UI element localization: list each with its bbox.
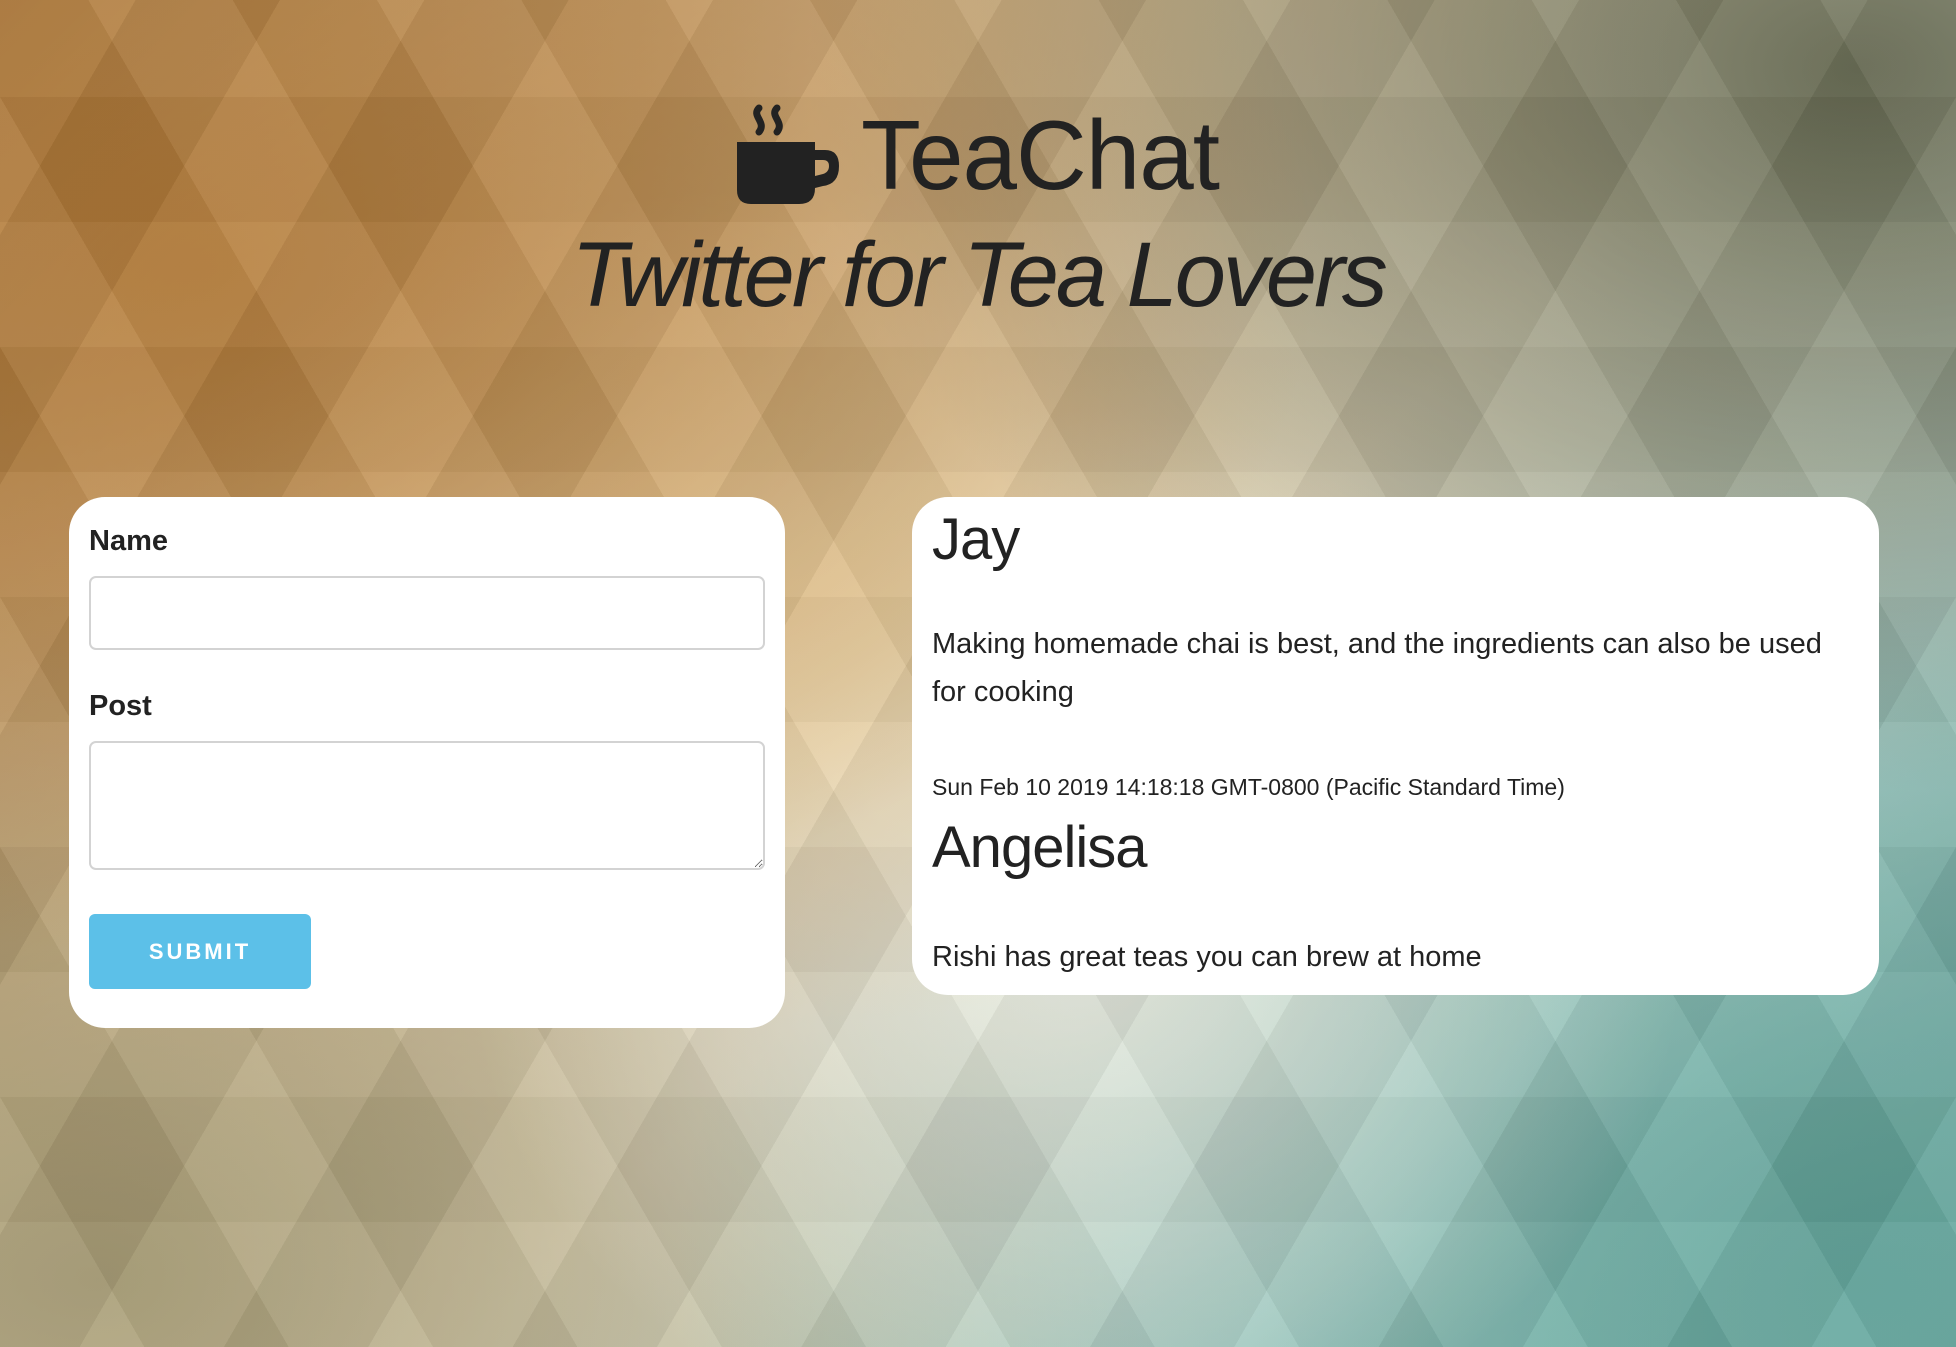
brand: TeaChat [736,95,1220,215]
post-label: Post [89,690,152,722]
submit-button[interactable]: SUBMIT [89,914,311,989]
brand-name: TeaChat [860,100,1220,210]
post-form: Name Post SUBMIT [69,497,785,1028]
name-label: Name [89,525,168,557]
post-timestamp: Sun Feb 10 2019 14:18:18 GMT-0800 (Pacif… [932,773,1565,800]
post-body: Making homemade chai is best, and the in… [932,627,1822,708]
post-item: Jay Making homemade chai is best, and th… [932,505,1859,801]
tagline: Twitter for Tea Lovers [571,224,1387,326]
post-author: Angelisa [932,815,1147,881]
page-header: TeaChat Twitter for Tea Lovers [0,95,1956,326]
post-author: Jay [932,507,1020,572]
coffee-cup-icon [736,104,839,206]
post-textarea[interactable] [89,741,765,870]
post-body: Rishi has great teas you can brew at hom… [932,940,1482,973]
post-feed: Jay Making homemade chai is best, and th… [912,497,1879,995]
name-input[interactable] [89,576,765,650]
post-item: Angelisa Rishi has great teas you can br… [932,813,1859,981]
